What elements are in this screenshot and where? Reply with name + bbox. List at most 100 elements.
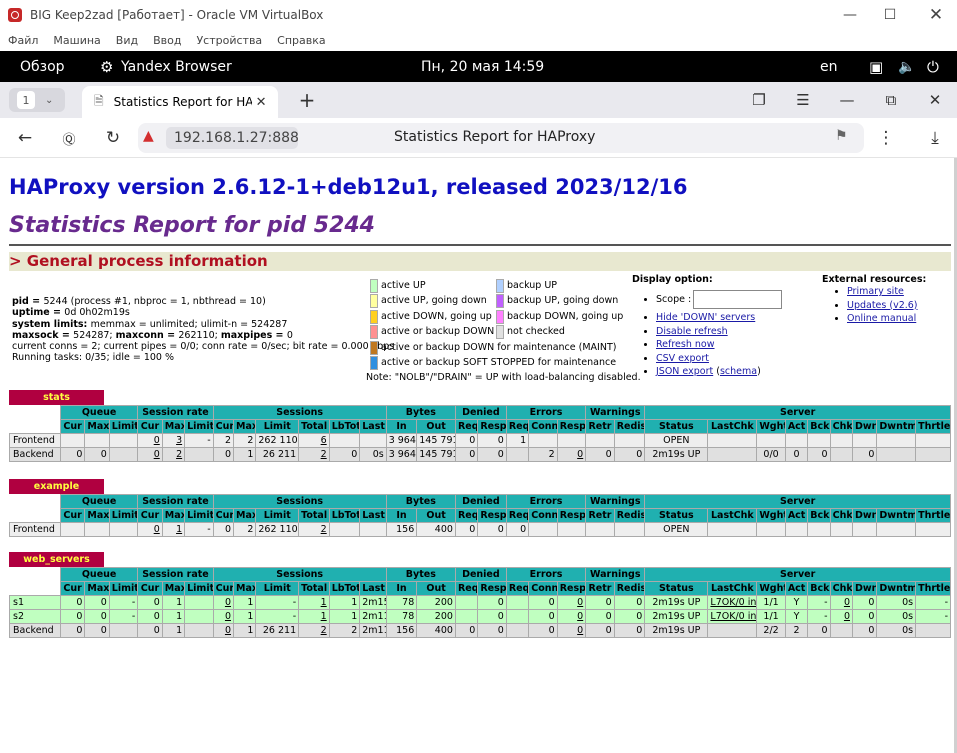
proxy-name-example[interactable]: example (9, 479, 104, 494)
legend-swatch (496, 324, 504, 339)
table-cell[interactable]: 2 (161, 447, 186, 462)
clock[interactable]: Пн, 20 мая 14:59 (421, 51, 544, 82)
close-icon[interactable]: ✕ (913, 0, 957, 30)
online-manual-link[interactable]: Online manual (847, 313, 916, 324)
back-icon[interactable]: ← (12, 126, 38, 150)
new-tab-icon[interactable]: + (295, 88, 319, 112)
group-header: Denied (454, 405, 507, 420)
bookmark-icon[interactable]: ⚑ (835, 128, 848, 144)
column-header: Thrtle (915, 508, 951, 523)
scope-label: Scope : (656, 294, 692, 305)
tab-counter[interactable]: 1 ⌄ (9, 88, 65, 112)
table-cell[interactable]: 2 (298, 623, 330, 638)
close-window-icon[interactable]: ✕ (923, 88, 947, 112)
table-cell (876, 433, 917, 448)
url-text[interactable]: 192.168.1.27:888 (166, 127, 299, 149)
table-cell: 0 (137, 609, 163, 624)
tab-close-icon[interactable]: ✕ (256, 95, 267, 110)
updates-link[interactable]: Updates (v2.6) (847, 300, 918, 311)
table-cell[interactable]: 0 (829, 595, 853, 610)
vbox-window-title: BIG Keep2zad [Работает] - Oracle VM Virt… (30, 8, 324, 22)
menu-devices[interactable]: Устройства (196, 34, 262, 47)
legend-swatch (370, 324, 378, 339)
csv-export-link[interactable]: CSV export (656, 353, 709, 364)
primary-site-link[interactable]: Primary site (847, 286, 904, 297)
table-cell (359, 433, 387, 448)
maximize-icon[interactable]: ☐ (867, 0, 913, 30)
volume-icon[interactable]: 🔈 (898, 51, 915, 82)
table-cell[interactable]: 2 (298, 522, 330, 537)
address-field[interactable]: ▲ 192.168.1.27:888 Statistics Report for… (138, 123, 864, 153)
table-cell: 1 (505, 433, 530, 448)
power-icon[interactable]: ⏻ (927, 51, 939, 82)
tab-title: Statistics Report for HAP (113, 95, 252, 109)
proxy-name-stats[interactable]: stats (9, 390, 104, 405)
tab-active[interactable]: 🗎 Statistics Report for HAP ✕ (82, 86, 278, 118)
hide-down-link[interactable]: Hide 'DOWN' servers (656, 312, 755, 323)
menu-input[interactable]: Ввод (153, 34, 181, 47)
stats-table: Queue Session rate Sessions Bytes Denied Erro… (9, 405, 951, 462)
table-cell[interactable]: 0 (212, 595, 234, 610)
table-cell (328, 522, 361, 537)
table-cell (915, 522, 951, 537)
chevron-down-icon: ⌄ (45, 94, 54, 106)
table-cell[interactable]: 3 (161, 433, 186, 448)
table-cell[interactable]: 0 (556, 609, 587, 624)
restore-window-icon[interactable]: ⧉ (879, 88, 903, 112)
table-cell: - (108, 595, 139, 610)
more-icon[interactable]: ⋮ (873, 126, 899, 150)
vbox-menubar: Файл Машина Вид Ввод Устройства Справка (0, 30, 957, 51)
network-icon[interactable]: ▣ (869, 51, 883, 82)
table-cell[interactable]: 2 (298, 447, 330, 462)
table-cell[interactable]: L7OK/0 in 0ms (707, 595, 758, 610)
not-secure-icon[interactable]: ▲ (143, 128, 154, 144)
menu-file[interactable]: Файл (8, 34, 38, 47)
column-header: Cur (212, 581, 234, 596)
input-language[interactable]: en (820, 51, 838, 82)
menu-icon[interactable]: ☰ (791, 88, 815, 112)
group-header: Bytes (385, 494, 456, 509)
activities-button[interactable]: Обзор (20, 51, 65, 82)
table-cell[interactable]: 0 (212, 623, 234, 638)
table-cell[interactable]: 0 (137, 522, 163, 537)
column-header: Status (644, 419, 709, 434)
menu-view[interactable]: Вид (116, 34, 138, 47)
menu-machine[interactable]: Машина (53, 34, 100, 47)
schema-link[interactable]: schema (720, 366, 757, 377)
table-cell[interactable]: 1 (298, 595, 330, 610)
table-cell (829, 623, 853, 638)
yandex-icon[interactable]: Ⓠ (56, 126, 82, 150)
table-cell: - (915, 609, 951, 624)
app-menu[interactable]: Yandex Browser (121, 51, 232, 82)
group-header: Queue (59, 494, 139, 509)
table-cell[interactable]: 0 (556, 447, 587, 462)
maxpipes-val: 0 (286, 329, 293, 341)
minimize-window-icon[interactable]: — (835, 88, 859, 112)
disable-refresh-link[interactable]: Disable refresh (656, 326, 728, 337)
json-export-link[interactable]: JSON export (656, 366, 713, 377)
column-header: Act (784, 419, 809, 434)
table-cell: 0 (84, 609, 110, 624)
table-cell[interactable]: 0 (829, 609, 853, 624)
bookmarks-icon[interactable]: ❐ (747, 88, 771, 112)
table-cell[interactable]: 0 (212, 609, 234, 624)
table-cell[interactable]: 1 (298, 609, 330, 624)
proxy-name-web-servers[interactable]: web_servers (9, 552, 104, 567)
table-cell (59, 522, 86, 537)
table-cell[interactable]: 1 (161, 522, 186, 537)
reload-icon[interactable]: ↻ (100, 126, 126, 150)
table-cell[interactable]: 0 (556, 623, 587, 638)
menu-help[interactable]: Справка (277, 34, 325, 47)
column-header: Limit (184, 508, 214, 523)
download-icon[interactable]: ⤓ (922, 126, 948, 150)
table-cell[interactable]: L7OK/0 in 0ms (707, 609, 758, 624)
table-cell[interactable]: 0 (137, 433, 163, 448)
column-header: Limit (255, 581, 300, 596)
column-header: Last (359, 581, 387, 596)
table-cell[interactable]: 0 (137, 447, 163, 462)
group-header: Sessions (212, 405, 387, 420)
table-cell[interactable]: 0 (556, 595, 587, 610)
table-cell[interactable]: 6 (298, 433, 330, 448)
scope-input[interactable] (693, 290, 783, 309)
refresh-now-link[interactable]: Refresh now (656, 339, 715, 350)
